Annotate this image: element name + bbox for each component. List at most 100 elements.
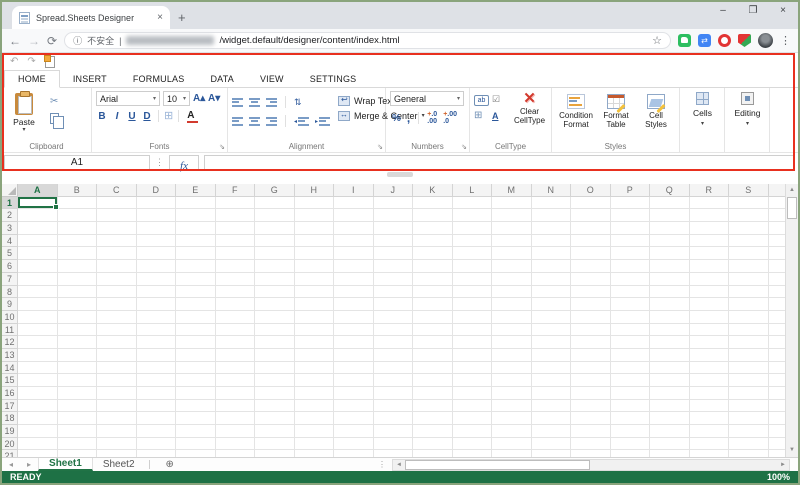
cell-P3[interactable] bbox=[611, 222, 651, 235]
column-header-E[interactable]: E bbox=[176, 184, 216, 197]
cell-P8[interactable] bbox=[611, 286, 651, 299]
decrease-decimal-icon[interactable]: +.00.0 bbox=[443, 111, 457, 125]
ribbon-tab-view[interactable]: VIEW bbox=[247, 70, 297, 87]
cell-J16[interactable] bbox=[374, 387, 414, 400]
cell-E5[interactable] bbox=[176, 247, 216, 260]
cell-M18[interactable] bbox=[492, 412, 532, 425]
cell-T4[interactable] bbox=[769, 235, 786, 248]
row-header-1[interactable]: 1 bbox=[2, 197, 18, 210]
cell-C7[interactable] bbox=[97, 273, 137, 286]
ribbon-tab-data[interactable]: DATA bbox=[197, 70, 246, 87]
cell-N7[interactable] bbox=[532, 273, 572, 286]
cell-Q15[interactable] bbox=[650, 374, 690, 387]
column-header-K[interactable]: K bbox=[413, 184, 453, 197]
cell-K18[interactable] bbox=[413, 412, 453, 425]
maximize-button[interactable]: ❐ bbox=[738, 2, 768, 22]
cell-L1[interactable] bbox=[453, 197, 493, 210]
cell-P9[interactable] bbox=[611, 298, 651, 311]
column-header-B[interactable]: B bbox=[58, 184, 98, 197]
cell-N2[interactable] bbox=[532, 209, 572, 222]
align-bottom-icon[interactable] bbox=[266, 98, 277, 107]
cell-N13[interactable] bbox=[532, 349, 572, 362]
cell-G1[interactable] bbox=[255, 197, 295, 210]
cell-L11[interactable] bbox=[453, 324, 493, 337]
cell-A12[interactable] bbox=[18, 336, 58, 349]
editing-caret-icon[interactable]: ▾ bbox=[746, 121, 749, 127]
cell-A13[interactable] bbox=[18, 349, 58, 362]
cell-Q3[interactable] bbox=[650, 222, 690, 235]
column-header-S[interactable]: S bbox=[729, 184, 769, 197]
cell-J15[interactable] bbox=[374, 374, 414, 387]
cell-C6[interactable] bbox=[97, 260, 137, 273]
increase-indent-icon[interactable]: ▸ bbox=[315, 117, 330, 126]
cell-R7[interactable] bbox=[690, 273, 730, 286]
cells-icon[interactable] bbox=[696, 92, 709, 105]
shield-extension-icon[interactable] bbox=[738, 34, 751, 47]
cell-G8[interactable] bbox=[255, 286, 295, 299]
cell-A14[interactable] bbox=[18, 362, 58, 375]
cell-J2[interactable] bbox=[374, 209, 414, 222]
cell-B3[interactable] bbox=[58, 222, 98, 235]
cell-D4[interactable] bbox=[137, 235, 177, 248]
cell-M7[interactable] bbox=[492, 273, 532, 286]
cell-Q7[interactable] bbox=[650, 273, 690, 286]
cell-S2[interactable] bbox=[729, 209, 769, 222]
cell-A7[interactable] bbox=[18, 273, 58, 286]
cell-T2[interactable] bbox=[769, 209, 786, 222]
cell-N3[interactable] bbox=[532, 222, 572, 235]
cell-D5[interactable] bbox=[137, 247, 177, 260]
cell-G20[interactable] bbox=[255, 438, 295, 451]
cell-A9[interactable] bbox=[18, 298, 58, 311]
cell-E10[interactable] bbox=[176, 311, 216, 324]
cell-Q10[interactable] bbox=[650, 311, 690, 324]
cell-H20[interactable] bbox=[295, 438, 335, 451]
cell-T20[interactable] bbox=[769, 438, 786, 451]
cell-S1[interactable] bbox=[729, 197, 769, 210]
cell-A1[interactable] bbox=[18, 197, 58, 210]
cell-B13[interactable] bbox=[58, 349, 98, 362]
column-header-T[interactable]: T bbox=[769, 184, 786, 197]
column-header-H[interactable]: H bbox=[295, 184, 335, 197]
column-header-Q[interactable]: Q bbox=[650, 184, 690, 197]
cell-F7[interactable] bbox=[216, 273, 256, 286]
cell-M14[interactable] bbox=[492, 362, 532, 375]
cell-I5[interactable] bbox=[334, 247, 374, 260]
cell-F16[interactable] bbox=[216, 387, 256, 400]
cell-I2[interactable] bbox=[334, 209, 374, 222]
row-header-3[interactable]: 3 bbox=[2, 222, 18, 235]
cell-J13[interactable] bbox=[374, 349, 414, 362]
bold-button[interactable]: B bbox=[96, 111, 108, 122]
cell-I11[interactable] bbox=[334, 324, 374, 337]
cell-G17[interactable] bbox=[255, 400, 295, 413]
cell-S15[interactable] bbox=[729, 374, 769, 387]
cell-L4[interactable] bbox=[453, 235, 493, 248]
cell-S20[interactable] bbox=[729, 438, 769, 451]
ribbon-tab-home[interactable]: HOME bbox=[4, 70, 60, 88]
cell-C20[interactable] bbox=[97, 438, 137, 451]
cell-H15[interactable] bbox=[295, 374, 335, 387]
cell-K2[interactable] bbox=[413, 209, 453, 222]
row-header-16[interactable]: 16 bbox=[2, 387, 18, 400]
cell-H10[interactable] bbox=[295, 311, 335, 324]
cell-S5[interactable] bbox=[729, 247, 769, 260]
cell-P13[interactable] bbox=[611, 349, 651, 362]
cell-S19[interactable] bbox=[729, 425, 769, 438]
cell-T13[interactable] bbox=[769, 349, 786, 362]
cell-H13[interactable] bbox=[295, 349, 335, 362]
cell-D11[interactable] bbox=[137, 324, 177, 337]
cell-M19[interactable] bbox=[492, 425, 532, 438]
cell-A19[interactable] bbox=[18, 425, 58, 438]
cell-F5[interactable] bbox=[216, 247, 256, 260]
cell-D13[interactable] bbox=[137, 349, 177, 362]
cell-T7[interactable] bbox=[769, 273, 786, 286]
cell-F9[interactable] bbox=[216, 298, 256, 311]
minimize-button[interactable]: – bbox=[708, 2, 738, 22]
cell-E16[interactable] bbox=[176, 387, 216, 400]
cell-R1[interactable] bbox=[690, 197, 730, 210]
cell-N16[interactable] bbox=[532, 387, 572, 400]
font-name-combo[interactable]: Arial▾ bbox=[96, 91, 160, 106]
row-header-17[interactable]: 17 bbox=[2, 400, 18, 413]
cell-B9[interactable] bbox=[58, 298, 98, 311]
cell-M1[interactable] bbox=[492, 197, 532, 210]
cell-S17[interactable] bbox=[729, 400, 769, 413]
